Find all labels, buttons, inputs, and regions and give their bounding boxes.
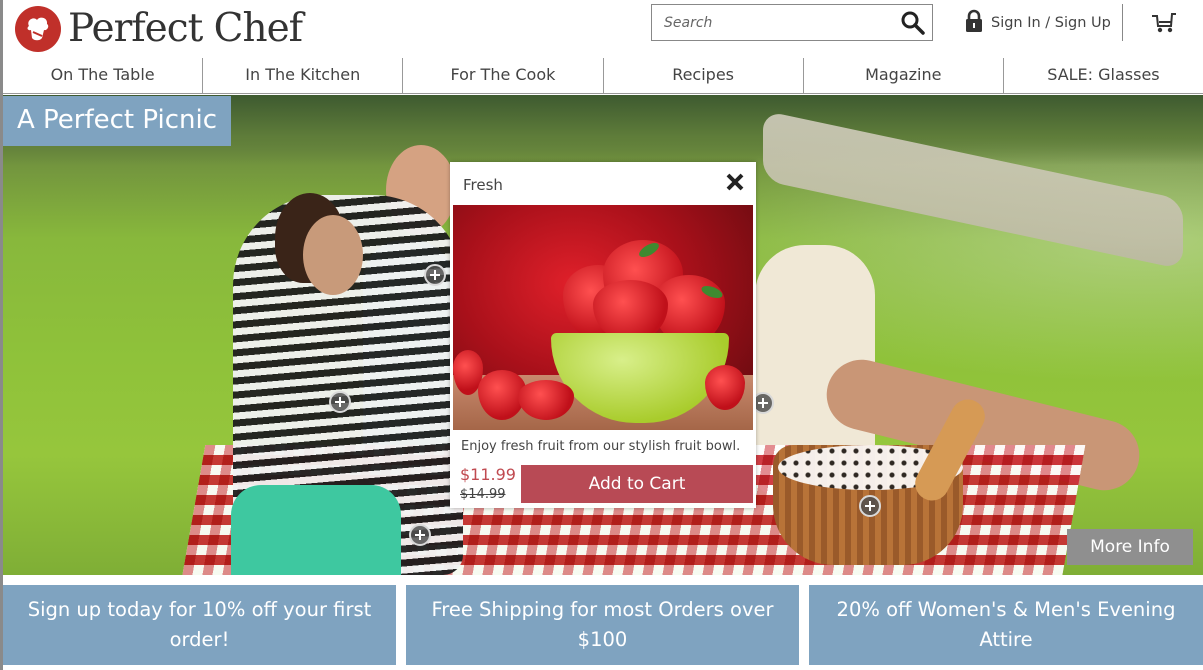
site-header: Perfect Chef Sign In / Sign Up bbox=[3, 0, 1203, 58]
nav-item-sale-glasses[interactable]: SALE: Glasses bbox=[1004, 58, 1203, 93]
plus-circle-icon[interactable] bbox=[329, 391, 351, 413]
header-divider bbox=[1122, 4, 1123, 41]
close-icon[interactable] bbox=[724, 171, 746, 193]
product-description: Enjoy fresh fruit from our stylish fruit… bbox=[461, 439, 741, 454]
brand-name: Perfect Chef bbox=[68, 6, 303, 51]
cart-icon[interactable] bbox=[1151, 10, 1177, 34]
nav-item-on-the-table[interactable]: On The Table bbox=[3, 58, 204, 93]
search-input[interactable] bbox=[652, 5, 882, 40]
promo-banners: Sign up today for 10% off your first ord… bbox=[3, 585, 1203, 665]
promo-evening-attire[interactable]: 20% off Women's & Men's Evening Attire bbox=[809, 585, 1203, 665]
plus-circle-icon[interactable] bbox=[859, 495, 881, 517]
search-icon[interactable] bbox=[900, 10, 926, 36]
add-to-cart-button[interactable]: Add to Cart bbox=[521, 465, 753, 503]
product-image[interactable] bbox=[453, 205, 753, 430]
sign-in-label: Sign In / Sign Up bbox=[991, 15, 1111, 31]
nav-item-in-the-kitchen[interactable]: In The Kitchen bbox=[203, 58, 404, 93]
logo[interactable]: Perfect Chef bbox=[15, 6, 303, 52]
search-box bbox=[651, 4, 933, 41]
product-popup: Fresh Enjoy fresh fruit from our stylish… bbox=[450, 162, 756, 508]
plus-circle-icon[interactable] bbox=[424, 264, 446, 286]
sign-in-link[interactable]: Sign In / Sign Up bbox=[965, 9, 1111, 37]
nav-item-magazine[interactable]: Magazine bbox=[804, 58, 1004, 93]
nav-item-for-the-cook[interactable]: For The Cook bbox=[403, 58, 604, 93]
plus-circle-icon[interactable] bbox=[409, 524, 431, 546]
more-info-button[interactable]: More Info bbox=[1067, 529, 1193, 565]
hero-person-woman-legs bbox=[231, 485, 401, 575]
hero-title: A Perfect Picnic bbox=[3, 96, 232, 146]
nav-item-recipes[interactable]: Recipes bbox=[604, 58, 804, 93]
popup-title: Fresh bbox=[463, 176, 503, 194]
hero-person-woman-head bbox=[303, 215, 363, 295]
lock-icon bbox=[965, 9, 983, 37]
promo-signup[interactable]: Sign up today for 10% off your first ord… bbox=[3, 585, 396, 665]
promo-free-shipping[interactable]: Free Shipping for most Orders over $100 bbox=[406, 585, 799, 665]
sale-price: $11.99 bbox=[460, 465, 516, 484]
chef-hat-icon bbox=[15, 6, 61, 52]
main-nav: On The Table In The Kitchen For The Cook… bbox=[3, 58, 1203, 94]
original-price: $14.99 bbox=[460, 487, 506, 502]
